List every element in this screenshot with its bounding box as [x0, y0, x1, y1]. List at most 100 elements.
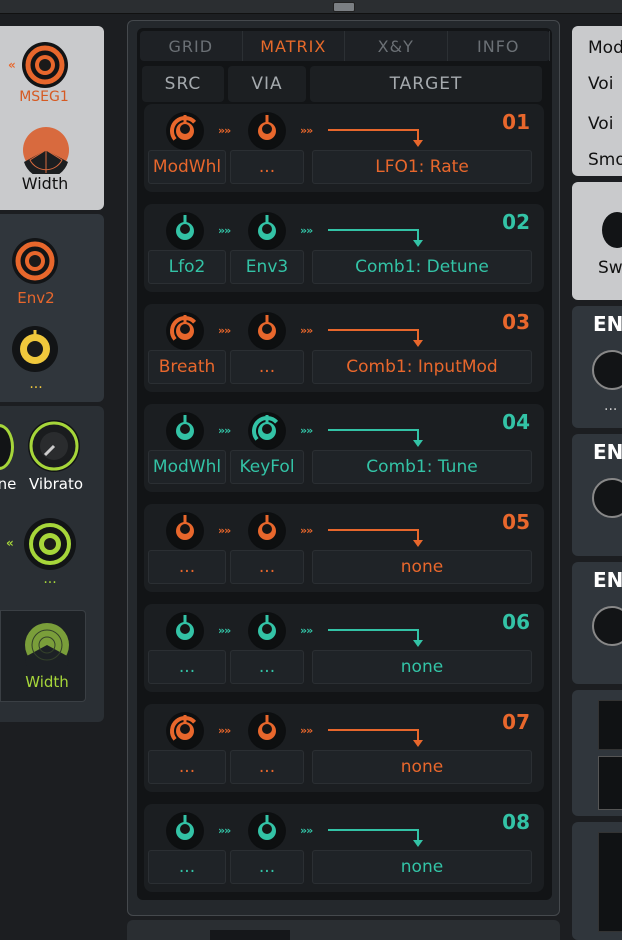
- flow-arrows-icon: »»: [218, 524, 231, 537]
- env1-dots: ...: [604, 398, 618, 414]
- slot-src-selector[interactable]: ModWhl: [148, 150, 226, 184]
- slot-target-selector[interactable]: none: [312, 850, 532, 884]
- slot-target-selector[interactable]: Comb1: Tune: [312, 450, 532, 484]
- flow-arrows-icon: »»: [300, 624, 313, 637]
- via-amount-knob[interactable]: [248, 712, 286, 750]
- src-amount-knob[interactable]: [166, 312, 204, 350]
- route-arrow-icon: [328, 229, 423, 247]
- double-chevron-icon: «: [8, 58, 16, 72]
- route-arrow-icon: [328, 129, 423, 147]
- matrix-slot: 04 »» »» ModWhl KeyFol Comb1: Tune: [144, 404, 544, 492]
- right-env3-label: EN: [593, 568, 622, 592]
- matrix-slot: 03 »» »» Breath... Comb1: InputMod: [144, 304, 544, 392]
- route-arrow-icon: [328, 629, 423, 647]
- flow-arrows-icon: »»: [218, 724, 231, 737]
- slot-src-selector[interactable]: ...: [148, 650, 226, 684]
- slot-via-selector[interactable]: ...: [230, 150, 304, 184]
- slot-target-selector[interactable]: Comb1: InputMod: [312, 350, 532, 384]
- via-amount-knob[interactable]: [248, 212, 286, 250]
- slot-src-selector[interactable]: Lfo2: [148, 250, 226, 284]
- target-header: TARGET: [310, 66, 542, 102]
- env2-knob[interactable]: [12, 238, 58, 284]
- via-amount-knob[interactable]: [248, 112, 286, 150]
- tab-info[interactable]: INFO: [448, 31, 550, 61]
- slot-number: 03: [502, 310, 530, 334]
- slot-via-selector[interactable]: ...: [230, 550, 304, 584]
- src-amount-knob[interactable]: [166, 112, 204, 150]
- flow-arrows-icon: »»: [218, 424, 231, 437]
- route-arrow-icon: [328, 329, 423, 347]
- partial-knob-label: ne: [0, 475, 17, 493]
- tab-grid[interactable]: GRID: [140, 31, 243, 61]
- route-arrow-icon: [328, 529, 423, 547]
- matrix-slot: 06»»»»...... none: [144, 604, 544, 692]
- src-amount-knob[interactable]: [166, 612, 204, 650]
- right-waveform-box: [598, 756, 622, 810]
- route-arrow-icon: [328, 729, 423, 747]
- flow-arrows-icon: »»: [218, 224, 231, 237]
- slot-via-selector[interactable]: ...: [230, 650, 304, 684]
- green-mod-knob[interactable]: [24, 518, 76, 570]
- slot-target-selector[interactable]: none: [312, 650, 532, 684]
- tab-matrix[interactable]: MATRIX: [243, 31, 345, 61]
- src-header: SRC: [142, 66, 224, 102]
- via-amount-knob[interactable]: [248, 812, 286, 850]
- flow-arrows-icon: »»: [300, 324, 313, 337]
- width-green-radar-icon[interactable]: [24, 622, 70, 679]
- flow-arrows-icon: »»: [218, 624, 231, 637]
- vibrato-knob[interactable]: [28, 420, 80, 472]
- yellow-knob[interactable]: [12, 326, 58, 372]
- slot-src-selector[interactable]: Breath: [148, 350, 226, 384]
- slot-via-selector[interactable]: ...: [230, 350, 304, 384]
- slot-src-selector[interactable]: ...: [148, 750, 226, 784]
- width2-label: Width: [25, 673, 69, 691]
- slot-target-selector[interactable]: Comb1: Detune: [312, 250, 532, 284]
- green-knob-label: ...: [43, 571, 57, 587]
- src-amount-knob[interactable]: [166, 812, 204, 850]
- bottom-display: [210, 930, 290, 940]
- flow-arrows-icon: »»: [218, 124, 231, 137]
- src-amount-knob[interactable]: [166, 412, 204, 450]
- slot-src-selector[interactable]: ...: [148, 850, 226, 884]
- top-scroll-handle[interactable]: [333, 2, 355, 12]
- slot-number: 07: [502, 710, 530, 734]
- slot-via-selector[interactable]: Env3: [230, 250, 304, 284]
- vibrato-label: Vibrato: [28, 475, 84, 493]
- matrix-slot: 05»»»»...... none: [144, 504, 544, 592]
- right-smo-label: Smo: [588, 150, 622, 170]
- right-voi2-label: Voi: [588, 114, 614, 134]
- slot-via-selector[interactable]: KeyFol: [230, 450, 304, 484]
- slot-target-selector[interactable]: none: [312, 750, 532, 784]
- slot-target-selector[interactable]: LFO1: Rate: [312, 150, 532, 184]
- right-sw-label: Sw: [598, 258, 622, 278]
- via-amount-knob[interactable]: [248, 312, 286, 350]
- bottom-strip: [127, 920, 560, 940]
- slot-number: 08: [502, 810, 530, 834]
- route-arrow-icon: [328, 829, 423, 847]
- slot-number: 02: [502, 210, 530, 234]
- env2-label: Env2: [17, 289, 55, 307]
- src-amount-knob[interactable]: [166, 512, 204, 550]
- slot-via-selector[interactable]: ...: [230, 750, 304, 784]
- top-scroll-strip[interactable]: [0, 0, 622, 14]
- slot-target-selector[interactable]: none: [312, 550, 532, 584]
- flow-arrows-icon: »»: [300, 524, 313, 537]
- slot-src-selector[interactable]: ...: [148, 550, 226, 584]
- via-amount-knob[interactable]: [248, 612, 286, 650]
- slot-number: 04: [502, 410, 530, 434]
- right-env1-label: EN: [593, 312, 622, 336]
- width-label: Width: [21, 174, 69, 193]
- src-amount-knob[interactable]: [166, 212, 204, 250]
- slot-via-selector[interactable]: ...: [230, 850, 304, 884]
- mseg1-knob[interactable]: [22, 42, 68, 88]
- width-radar-icon[interactable]: [22, 126, 70, 179]
- via-amount-knob[interactable]: [248, 412, 286, 450]
- via-amount-knob[interactable]: [248, 512, 286, 550]
- right-bottom-box: [598, 832, 622, 932]
- src-amount-knob[interactable]: [166, 712, 204, 750]
- tab-xy[interactable]: X&Y: [345, 31, 448, 61]
- slot-src-selector[interactable]: ModWhl: [148, 450, 226, 484]
- right-display-box: [598, 700, 622, 750]
- right-env2-label: ENV: [593, 440, 622, 464]
- flow-arrows-icon: »»: [218, 324, 231, 337]
